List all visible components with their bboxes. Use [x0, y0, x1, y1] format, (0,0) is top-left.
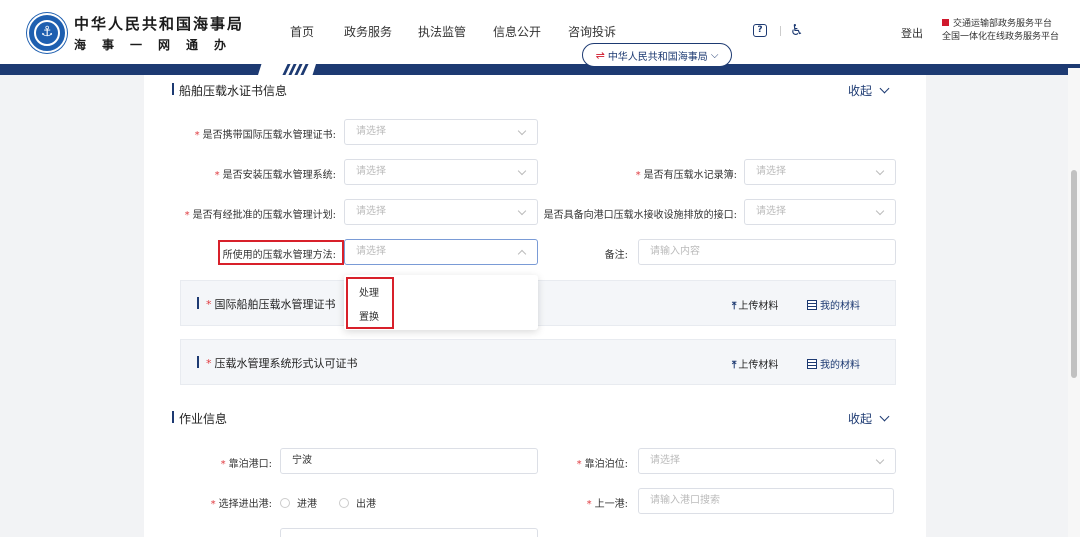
anchor-icon: ⚓ — [40, 24, 54, 40]
highlight-box-options — [346, 277, 394, 329]
chevron-down-icon — [875, 206, 885, 216]
upload-icon: ⤒ — [732, 360, 737, 371]
chevron-down-icon — [875, 455, 885, 465]
header-bar-notch — [258, 64, 316, 75]
list-icon — [807, 300, 817, 310]
divider — [780, 26, 781, 36]
section-title-ballast: 船舶压载水证书信息 — [172, 82, 287, 99]
chevron-up-icon — [517, 249, 527, 259]
berth-port-input[interactable]: 宁波 — [280, 448, 538, 474]
section-title-work: 作业信息 — [172, 410, 227, 427]
collapse-ballast-button[interactable]: 收起 — [848, 82, 890, 99]
radio-outbound[interactable]: 出港 — [339, 495, 376, 510]
chevron-down-icon — [517, 126, 527, 136]
collapse-work-button[interactable]: 收起 — [848, 410, 890, 427]
scroll-thumb[interactable] — [1071, 170, 1077, 378]
cert-title: * 压载水管理系统形式认可证书 — [197, 355, 358, 371]
berth-port-label: * 靠泊港口: — [220, 459, 272, 470]
nav-home[interactable]: 首页 — [290, 23, 314, 40]
nav-enforcement[interactable]: 执法监管 — [418, 23, 466, 40]
remarks-label: 备注: — [604, 250, 628, 261]
red-square-icon — [942, 19, 949, 26]
my-materials-button[interactable]: 我的材料 — [807, 297, 860, 312]
next-field-partial[interactable] — [280, 528, 538, 537]
platform-links[interactable]: 交通运输部政务服务平台 全国一体化在线政务服务平台 — [942, 18, 1059, 44]
chevron-down-icon: ⌵ — [710, 49, 719, 61]
highlight-box-method-label — [218, 240, 344, 265]
method-select[interactable]: 请选择 — [344, 239, 538, 265]
port-interface-select[interactable]: 请选择 — [744, 199, 896, 225]
brand-name: 中华人民共和国海事局 — [74, 15, 245, 33]
remarks-input[interactable]: 请输入内容 — [638, 239, 896, 265]
last-port-label: * 上一港: — [586, 499, 628, 510]
cert-block-ballast-management: * 国际船舶压载水管理证书 ⤒ 上传材料 我的材料 — [180, 280, 896, 326]
chevron-down-icon — [879, 83, 890, 94]
chevron-down-icon — [517, 206, 527, 216]
carry-cert-select[interactable]: 请选择 — [344, 119, 538, 145]
upload-material-button[interactable]: ⤒ 上传材料 — [732, 356, 778, 371]
chevron-down-icon — [879, 411, 890, 422]
help-icon[interactable]: ? — [753, 24, 767, 37]
upload-material-button[interactable]: ⤒ 上传材料 — [732, 297, 778, 312]
radio-inbound[interactable]: 进港 — [280, 495, 317, 510]
cert-title: * 国际船舶压载水管理证书 — [197, 296, 336, 312]
nav-consult-complaint[interactable]: 咨询投诉 — [568, 23, 616, 40]
org-selector[interactable]: ⇌ 中华人民共和国海事局 ⌵ — [582, 43, 732, 67]
page-scrollbar[interactable] — [1068, 68, 1080, 537]
swap-icon: ⇌ — [595, 48, 605, 62]
port-interface-label: 是否具备向港口压载水接收设施排放的接口: — [543, 210, 737, 221]
berth-position-select[interactable]: 请选择 — [638, 448, 896, 474]
direction-label: * 选择进出港: — [210, 499, 272, 510]
approved-plan-select[interactable]: 请选择 — [344, 199, 538, 225]
logout-link[interactable]: 登出 — [901, 25, 923, 41]
cert-block-system-approval: * 压载水管理系统形式认可证书 ⤒ 上传材料 我的材料 — [180, 339, 896, 385]
upload-icon: ⤒ — [732, 301, 737, 312]
nav-gov-services[interactable]: 政务服务 — [344, 23, 392, 40]
brand-subtitle: 海事一网通办 — [74, 38, 243, 52]
record-book-label: * 是否有压载水记录簿: — [635, 170, 737, 181]
chevron-down-icon — [875, 166, 885, 176]
site-header: ⚓ 中华人民共和国海事局 海事一网通办 首页 政务服务 执法监管 信息公开 咨询… — [0, 0, 1080, 68]
my-materials-button[interactable]: 我的材料 — [807, 356, 860, 371]
msa-logo[interactable]: ⚓ — [27, 13, 67, 53]
berth-position-label: * 靠泊泊位: — [576, 459, 628, 470]
last-port-input[interactable]: 请输入港口搜索 — [638, 488, 894, 514]
carry-cert-label: * 是否携带国际压载水管理证书: — [194, 130, 336, 141]
nav-info-disclosure[interactable]: 信息公开 — [493, 23, 541, 40]
list-icon — [807, 359, 817, 369]
header-bar — [0, 64, 1080, 75]
chevron-down-icon — [517, 166, 527, 176]
approved-plan-label: * 是否有经批准的压载水管理计划: — [184, 210, 336, 221]
accessibility-icon[interactable]: ♿ — [790, 21, 803, 39]
install-system-label: * 是否安装压载水管理系统: — [214, 170, 336, 181]
record-book-select[interactable]: 请选择 — [744, 159, 896, 185]
install-system-select[interactable]: 请选择 — [344, 159, 538, 185]
